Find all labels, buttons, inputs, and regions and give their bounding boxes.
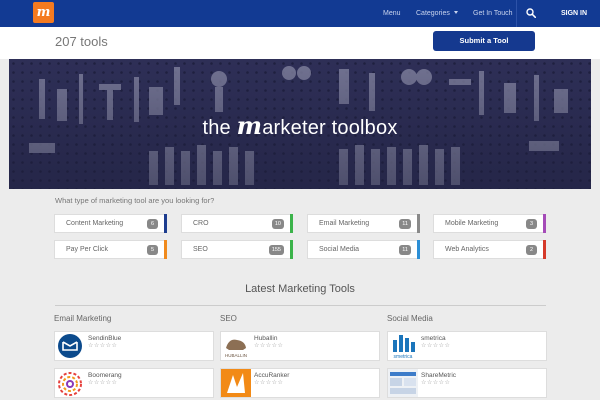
tool-card-accuranker[interactable]: AccuRanker ☆☆☆☆☆	[220, 368, 380, 398]
nav-menu-link[interactable]: Menu	[383, 0, 401, 27]
caret-down-icon	[453, 11, 458, 14]
hero-banner: the marketer toolbox	[9, 59, 591, 189]
tool-card-smetrica[interactable]: smetrica smetrica ☆☆☆☆☆	[387, 331, 547, 361]
category-accent	[417, 214, 420, 233]
column-title-social-media: Social Media	[387, 314, 433, 323]
category-count-badge: 6	[147, 219, 158, 229]
category-label: Email Marketing	[319, 220, 370, 227]
category-accent	[417, 240, 420, 259]
category-pay-per-click[interactable]: Pay Per Click 5	[54, 240, 167, 259]
hero-title: the marketer toolbox	[9, 111, 591, 140]
category-accent	[290, 240, 293, 259]
page-header: 207 tools Submit a Tool	[0, 27, 600, 59]
search-icon[interactable]	[526, 8, 536, 18]
tool-card-sharemetric[interactable]: ShareMetric ☆☆☆☆☆	[387, 368, 547, 398]
category-seo[interactable]: SEO 155	[181, 240, 293, 259]
huballin-logo-text: HUBALLIN	[225, 353, 247, 358]
star-rating: ☆☆☆☆☆	[254, 380, 284, 386]
category-label: Social Media	[319, 246, 360, 253]
hero-title-after: arketer toolbox	[262, 117, 398, 139]
category-accent	[164, 240, 167, 259]
tool-name: smetrica	[421, 335, 446, 342]
star-rating: ☆☆☆☆☆	[88, 343, 118, 349]
hero-title-logo-m: m	[236, 111, 263, 140]
top-nav-bar: m Menu Categories Get In Touch SIGN IN	[0, 0, 600, 27]
tool-name: AccuRanker	[254, 372, 290, 379]
category-label: Pay Per Click	[66, 246, 109, 253]
section-divider	[55, 305, 546, 306]
category-label: CRO	[193, 220, 209, 227]
category-count-badge: 3	[526, 219, 537, 229]
category-label: Mobile Marketing	[445, 220, 499, 227]
nav-categories-label: Categories	[416, 10, 450, 17]
category-label: Content Marketing	[66, 220, 124, 227]
category-count-badge: 10	[271, 219, 284, 229]
submit-tool-button[interactable]: Submit a Tool	[433, 31, 535, 51]
sharemetric-logo-icon	[388, 369, 418, 397]
star-rating: ☆☆☆☆☆	[421, 380, 451, 386]
sign-in-link[interactable]: SIGN IN	[561, 0, 587, 27]
category-content-marketing[interactable]: Content Marketing 6	[54, 214, 167, 233]
nav-categories-dropdown[interactable]: Categories	[416, 0, 458, 27]
accuranker-logo-icon	[221, 369, 251, 397]
latest-tools-heading: Latest Marketing Tools	[245, 283, 355, 295]
smetrica-logo-text: smetrica	[394, 354, 413, 360]
star-rating: ☆☆☆☆☆	[254, 343, 284, 349]
tool-card-sendinblue[interactable]: SendinBlue ☆☆☆☆☆	[54, 331, 214, 361]
tool-card-boomerang[interactable]: Boomerang ☆☆☆☆☆	[54, 368, 214, 398]
category-question: What type of marketing tool are you look…	[55, 196, 215, 205]
category-accent	[543, 214, 546, 233]
category-count-badge: 11	[399, 219, 411, 229]
category-label: Web Analytics	[445, 246, 489, 253]
tool-name: Boomerang	[88, 372, 122, 379]
column-title-seo: SEO	[220, 314, 237, 323]
tool-name: ShareMetric	[421, 372, 457, 379]
category-web-analytics[interactable]: Web Analytics 2	[433, 240, 546, 259]
category-count-badge: 11	[399, 245, 411, 255]
category-accent	[290, 214, 293, 233]
tools-count: 207 tools	[55, 34, 108, 49]
star-rating: ☆☆☆☆☆	[88, 380, 118, 386]
category-accent	[543, 240, 546, 259]
star-rating: ☆☆☆☆☆	[421, 343, 451, 349]
category-count-badge: 2	[526, 245, 537, 255]
tool-name: Huballin	[254, 335, 278, 342]
huballin-logo-icon: HUBALLIN	[221, 332, 251, 360]
category-social-media[interactable]: Social Media 11	[307, 240, 420, 259]
nav-get-in-touch-link[interactable]: Get In Touch	[473, 0, 513, 27]
column-title-email-marketing: Email Marketing	[54, 314, 112, 323]
tool-name: SendinBlue	[88, 335, 122, 342]
nav-divider	[516, 0, 517, 27]
smetrica-logo-icon: smetrica	[388, 332, 418, 360]
category-count-badge: 5	[147, 245, 158, 255]
logo-icon[interactable]: m	[33, 2, 54, 23]
boomerang-logo-icon	[55, 369, 85, 397]
category-label: SEO	[193, 246, 208, 253]
category-cro[interactable]: CRO 10	[181, 214, 293, 233]
category-mobile-marketing[interactable]: Mobile Marketing 3	[433, 214, 546, 233]
hero-title-before: the	[202, 117, 237, 139]
category-accent	[164, 214, 167, 233]
sendinblue-logo-icon	[55, 332, 85, 360]
category-email-marketing[interactable]: Email Marketing 11	[307, 214, 420, 233]
tool-card-huballin[interactable]: HUBALLIN Huballin ☆☆☆☆☆	[220, 331, 380, 361]
category-count-badge: 155	[268, 245, 284, 255]
